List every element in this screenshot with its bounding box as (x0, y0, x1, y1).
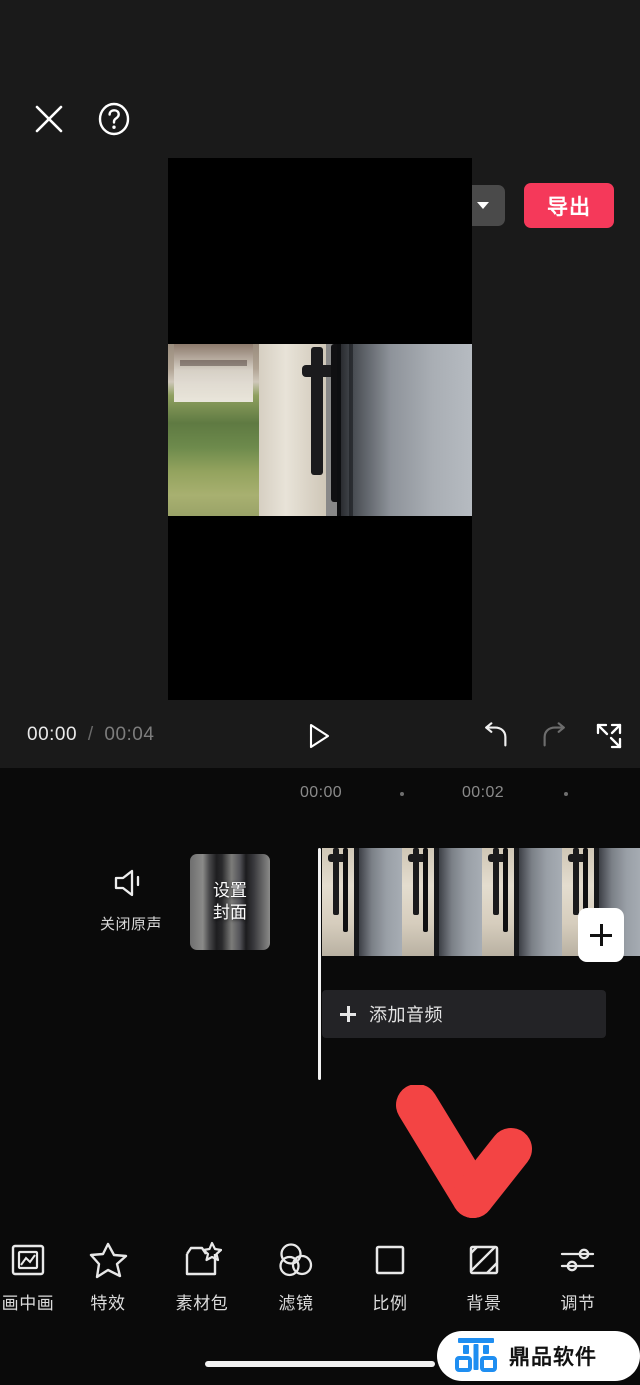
fullscreen-icon[interactable] (594, 722, 624, 750)
clip-thumbnail[interactable] (482, 848, 562, 956)
toolbar-item-effects[interactable]: 特效 (64, 1238, 152, 1314)
clip-thumbnail[interactable] (402, 848, 482, 956)
set-cover-text: 设置 封面 (213, 880, 247, 924)
toolbar-label-background: 背景 (466, 1294, 502, 1313)
bottom-toolbar: 画中画 特效 素材包 滤镜 比例 背景 调节 (0, 1238, 640, 1324)
material-pack-icon (158, 1238, 246, 1282)
time-display: 00:00 / 00:04 (27, 724, 154, 746)
ruler-tick-dot (400, 792, 404, 796)
clip-thumbnail[interactable] (322, 848, 402, 956)
help-icon[interactable] (92, 97, 136, 141)
mute-label: 关闭原声 (99, 916, 162, 933)
toolbar-label-filter: 滤镜 (278, 1294, 314, 1313)
watermark-text: 鼎品软件 (509, 1346, 597, 1369)
star-sparkle-icon (64, 1238, 152, 1282)
add-clip-button[interactable] (578, 908, 624, 962)
set-cover-line-one: 设置 (213, 881, 247, 901)
editor-screen: 1080P 导出 00:00 / (0, 0, 640, 1385)
toolbar-label-adjust: 调节 (560, 1294, 596, 1313)
export-label: 导出 (547, 195, 591, 219)
home-indicator (205, 1361, 435, 1367)
export-button[interactable]: 导出 (524, 183, 614, 228)
ruler-tick-dot (564, 792, 568, 796)
watermark-badge: 鼎品软件 (437, 1331, 640, 1381)
toolbar-item-pip[interactable]: 画中画 (0, 1238, 72, 1314)
speaker-mute-icon (95, 866, 167, 905)
undo-button[interactable] (481, 722, 511, 750)
toolbar-label-pip: 画中画 (1, 1294, 55, 1313)
timeline-ruler[interactable]: 00:00 00:02 (0, 778, 640, 812)
filter-circles-icon (252, 1238, 340, 1282)
dingpin-logo-icon (455, 1336, 497, 1377)
plus-icon (340, 1006, 356, 1022)
mute-original-sound-button[interactable]: 关闭原声 (95, 866, 167, 938)
toolbar-item-filter[interactable]: 滤镜 (252, 1238, 340, 1314)
current-time: 00:00 (27, 724, 78, 745)
picture-in-picture-icon (0, 1238, 72, 1282)
top-bar: 1080P 导出 (0, 86, 640, 228)
building-shape (174, 344, 254, 403)
toolbar-item-background[interactable]: 背景 (440, 1238, 528, 1314)
preview-section: 1080P 导出 00:00 / (0, 0, 640, 768)
redo-button[interactable] (539, 722, 569, 750)
ruler-tick-label: 00:00 (300, 784, 343, 801)
play-button[interactable] (303, 722, 333, 750)
door-handle-one (310, 347, 324, 475)
wall-area (341, 344, 472, 516)
ruler-tick-label: 00:02 (462, 784, 505, 801)
video-preview[interactable] (168, 158, 472, 700)
toolbar-item-ratio[interactable]: 比例 (346, 1238, 434, 1314)
playback-controls: 00:00 / 00:04 (0, 706, 640, 764)
square-ratio-icon (346, 1238, 434, 1282)
set-cover-button[interactable]: 设置 封面 (190, 854, 270, 950)
toolbar-item-adjust[interactable]: 调节 (534, 1238, 622, 1314)
add-audio-track[interactable]: 添加音频 (322, 990, 606, 1038)
total-time: 00:04 (104, 724, 155, 745)
toolbar-item-material[interactable]: 素材包 (158, 1238, 246, 1314)
chevron-down-icon (477, 202, 490, 209)
toolbar-label-material: 素材包 (175, 1294, 229, 1313)
close-icon[interactable] (27, 97, 71, 141)
toolbar-label-ratio: 比例 (372, 1294, 408, 1313)
playhead-indicator[interactable] (318, 848, 321, 1080)
hatched-square-icon (440, 1238, 528, 1282)
time-separator: / (87, 724, 94, 745)
sliders-icon (534, 1238, 622, 1282)
video-frame (168, 344, 472, 516)
toolbar-label-effects: 特效 (90, 1294, 126, 1313)
add-audio-label: 添加音频 (369, 1005, 443, 1025)
set-cover-line-two: 封面 (213, 903, 247, 922)
annotation-arrow-icon (395, 1084, 545, 1225)
